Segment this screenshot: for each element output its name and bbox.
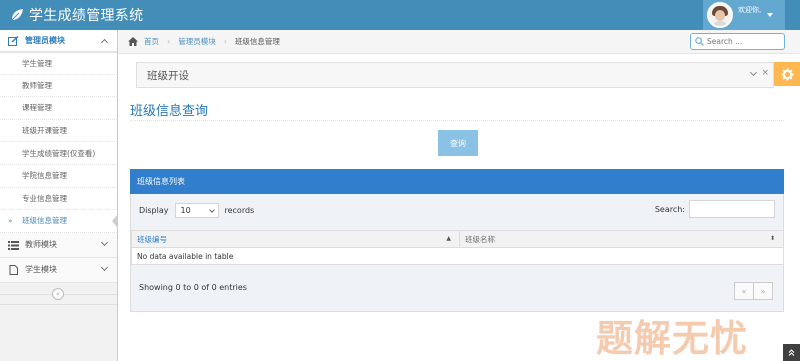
table-panel-header: 班级信息列表 [130, 169, 784, 194]
sort-asc-icon: ▲ [446, 235, 451, 242]
pagination: « » [734, 282, 773, 300]
breadcrumb-separator: › [223, 37, 227, 46]
sidebar-item-majors[interactable]: 专业信息管理 [0, 188, 117, 211]
divider [130, 120, 784, 121]
column-header-class-id[interactable]: 班级编号 ▲ [131, 230, 460, 248]
breadcrumb: 首页 › 管理员模块 › 班级信息管理 [118, 30, 800, 54]
sidebar-item-classes[interactable]: » 班级信息管理 [0, 210, 118, 233]
sidebar-item-teachers[interactable]: 教师管理 [0, 75, 117, 98]
length-label: Display [139, 206, 169, 215]
sidebar-item-label: 学生成绩管理(仅查看) [22, 148, 96, 158]
page-length-control: Display 10 records [139, 203, 254, 218]
table-search-input[interactable] [689, 200, 775, 218]
chevron-down-icon[interactable] [749, 68, 758, 77]
double-chevron-up-icon [788, 349, 795, 356]
chevron-down-icon [100, 238, 109, 246]
table-header-row: 班级编号 ▲ 班级名称 ⬍ [131, 230, 784, 248]
class-table: 班级编号 ▲ 班级名称 ⬍ No data available in table [131, 230, 784, 265]
scroll-top-button[interactable] [783, 344, 800, 361]
sidebar-item-grades[interactable]: 学生成绩管理(仅查看) [0, 142, 117, 165]
sidebar-item-label: 专业信息管理 [22, 193, 67, 203]
column-header-class-name[interactable]: 班级名称 ⬍ [459, 230, 784, 248]
sidebar-group-label: 学生模块 [25, 265, 57, 275]
watermark: 题解无忧 [596, 317, 748, 360]
sidebar-item-students[interactable]: 学生管理 [0, 52, 117, 75]
table-row: No data available in table [131, 247, 784, 265]
edit-icon [8, 35, 19, 46]
file-icon [9, 264, 18, 275]
sidebar-item-label: 学院信息管理 [22, 171, 67, 181]
table-filter: Search: [655, 200, 775, 218]
table-panel-title: 班级信息列表 [137, 177, 185, 186]
sort-both-icon: ⬍ [769, 235, 775, 242]
list-icon [8, 240, 19, 250]
sidebar-group-student[interactable]: 学生模块 [0, 257, 117, 283]
length-suffix: records [224, 206, 255, 215]
gear-icon [781, 68, 793, 80]
app-title: 学生成绩管理系统 [29, 8, 144, 24]
column-header-label: 班级编号 [137, 234, 167, 244]
column-header-label: 班级名称 [465, 234, 495, 244]
breadcrumb-module[interactable]: 管理员模块 [178, 36, 216, 47]
chevron-down-icon [100, 263, 109, 271]
breadcrumb-home[interactable]: 首页 [144, 36, 159, 47]
table-panel: Display 10 records Search: 班级编号 ▲ 班级名称 ⬍ [130, 194, 784, 312]
sidebar-item-label: 教师管理 [22, 80, 52, 90]
sidebar-collapse-row: « [0, 283, 117, 305]
search-input[interactable] [707, 37, 777, 46]
sidebar-item-label: 课程管理 [22, 103, 52, 113]
submenu-admin: 学生管理 教师管理 课程管理 班级开课管理 学生成绩管理(仅查看) 学院信息管理… [0, 52, 118, 233]
home-icon [128, 37, 138, 46]
leaf-icon [11, 9, 23, 21]
user-menu[interactable]: 欢迎你, [703, 0, 785, 30]
breadcrumb-current: 班级信息管理 [234, 37, 280, 46]
sidebar-item-label: 学生管理 [22, 58, 52, 68]
query-button[interactable]: 查询 [438, 130, 478, 156]
avatar [707, 2, 733, 28]
pagination-next[interactable]: » [753, 282, 773, 300]
brand[interactable]: 学生成绩管理系统 [10, 5, 143, 25]
sidebar: 管理员模块 学生管理 教师管理 课程管理 班级开课管理 学生成绩管理(仅查看) … [0, 30, 118, 361]
sidebar-group-teacher[interactable]: 教师模块 [0, 232, 117, 258]
current-mark-icon: » [8, 217, 13, 226]
search-icon [695, 37, 704, 46]
nav-search [690, 33, 785, 50]
pagination-prev[interactable]: « [734, 282, 754, 300]
page-length-select[interactable]: 10 [174, 203, 219, 218]
sidebar-group-admin[interactable]: 管理员模块 [0, 30, 117, 52]
class-setup-widget: 班级开设 × [136, 62, 774, 88]
sidebar-item-colleges[interactable]: 学院信息管理 [0, 165, 117, 188]
chevron-down-icon [208, 207, 215, 213]
empty-message: No data available in table [131, 247, 784, 265]
top-navbar: 学生成绩管理系统 欢迎你, [0, 0, 800, 30]
sidebar-item-label: 班级开课管理 [22, 126, 67, 136]
chevron-up-icon [100, 38, 109, 47]
breadcrumb-separator: › [167, 37, 171, 46]
filter-label: Search: [654, 204, 685, 214]
page-length-value: 10 [180, 206, 191, 215]
sidebar-collapse-button[interactable]: « [52, 287, 64, 300]
sidebar-item-class-courses[interactable]: 班级开课管理 [0, 120, 117, 143]
sidebar-group-label: 教师模块 [25, 240, 57, 250]
sidebar-group-label: 管理员模块 [25, 36, 65, 45]
page-title: 班级信息查询 [130, 104, 209, 119]
settings-button[interactable] [774, 62, 800, 86]
sidebar-item-label: 班级信息管理 [22, 216, 67, 226]
widget-title: 班级开设 [147, 70, 189, 82]
caret-down-icon [767, 13, 774, 17]
table-info: Showing 0 to 0 of 0 entries [139, 283, 247, 292]
welcome-text: 欢迎你, [738, 6, 762, 14]
close-icon[interactable]: × [761, 69, 769, 78]
sidebar-item-courses[interactable]: 课程管理 [0, 97, 117, 120]
